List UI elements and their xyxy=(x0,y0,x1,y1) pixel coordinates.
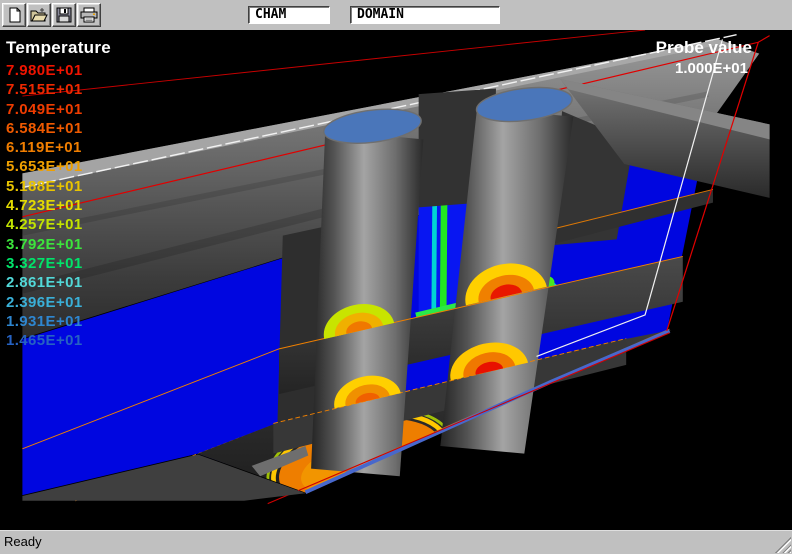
legend-entry: 1.931E+01 xyxy=(6,312,111,331)
legend-entry: 3.327E+01 xyxy=(6,254,111,273)
legend-entry: 4.257E+01 xyxy=(6,215,111,234)
legend-title: Temperature xyxy=(6,38,111,58)
resize-grip[interactable] xyxy=(775,537,791,553)
render-viewport[interactable]: Temperature 7.980E+017.515E+017.049E+016… xyxy=(0,30,792,530)
legend-entry: 3.792E+01 xyxy=(6,235,111,254)
legend-entry: 2.396E+01 xyxy=(6,293,111,312)
legend-entry: 5.188E+01 xyxy=(6,177,111,196)
legend-entries: 7.980E+017.515E+017.049E+016.584E+016.11… xyxy=(6,61,111,350)
legend-entry: 6.584E+01 xyxy=(6,119,111,138)
domain-field[interactable] xyxy=(350,6,500,24)
probe-readout: Probe value 1.000E+01 xyxy=(656,38,752,77)
application-window: Temperature 7.980E+017.515E+017.049E+016… xyxy=(0,0,792,554)
status-bar: Ready xyxy=(0,530,792,554)
legend-entry: 4.723E+01 xyxy=(6,196,111,215)
open-file-button[interactable] xyxy=(27,3,51,27)
probe-label: Probe value xyxy=(656,38,752,58)
legend-entry: 1.465E+01 xyxy=(6,331,111,350)
scene-3d xyxy=(0,30,792,530)
new-document-button[interactable] xyxy=(2,3,26,27)
legend-entry: 7.515E+01 xyxy=(6,80,111,99)
print-button[interactable] xyxy=(77,3,101,27)
cham-field[interactable] xyxy=(248,6,330,24)
legend-entry: 7.049E+01 xyxy=(6,100,111,119)
save-file-button[interactable] xyxy=(52,3,76,27)
status-text: Ready xyxy=(4,534,42,549)
printer-icon xyxy=(80,7,98,23)
folder-icon xyxy=(30,7,48,23)
temperature-legend: Temperature 7.980E+017.515E+017.049E+016… xyxy=(6,38,111,350)
floppy-icon xyxy=(56,7,72,23)
legend-entry: 7.980E+01 xyxy=(6,61,111,80)
probe-value: 1.000E+01 xyxy=(656,60,752,77)
legend-entry: 2.861E+01 xyxy=(6,273,111,292)
legend-entry: 6.119E+01 xyxy=(6,138,111,157)
toolbar xyxy=(0,0,792,31)
page-icon xyxy=(6,7,23,23)
legend-entry: 5.653E+01 xyxy=(6,157,111,176)
